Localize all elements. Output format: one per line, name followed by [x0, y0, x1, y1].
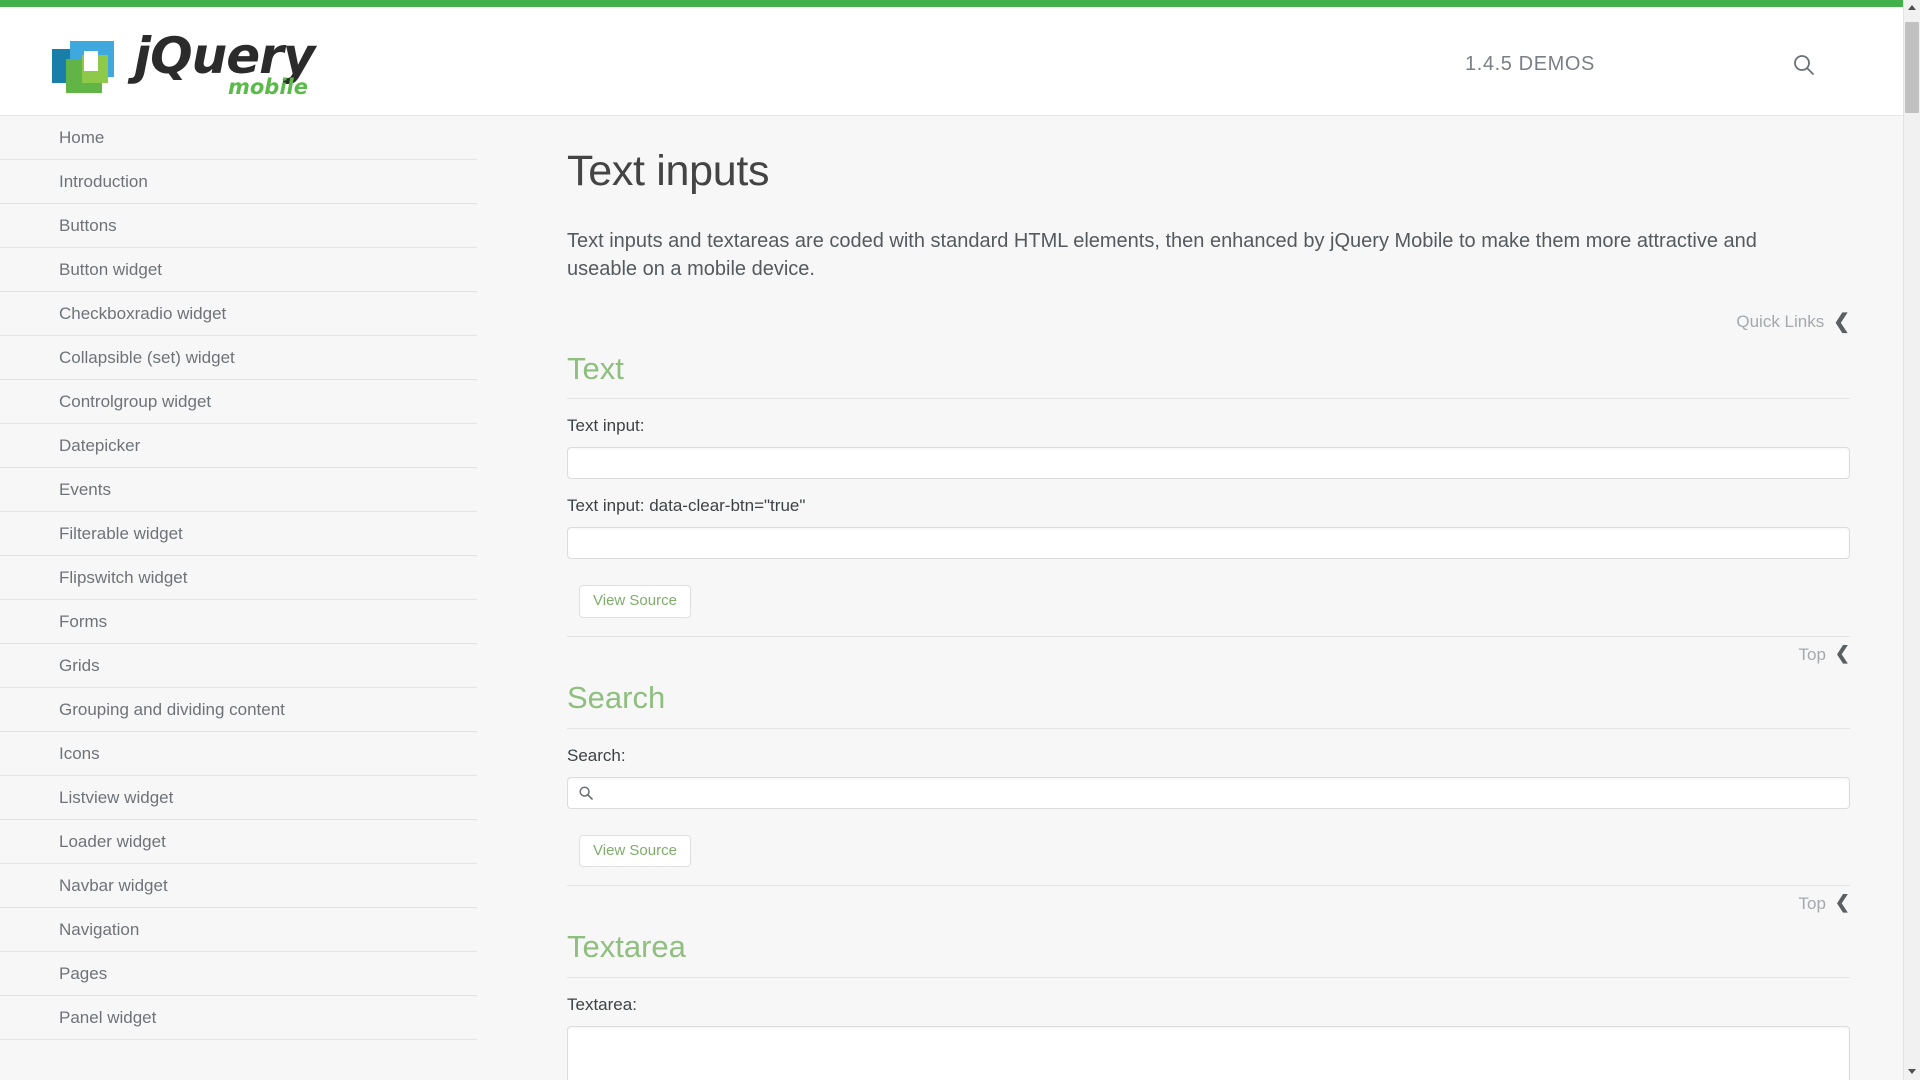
scrollbar-thumb[interactable] — [1905, 22, 1919, 113]
page-description: Text inputs and textareas are coded with… — [567, 229, 1757, 280]
section-textarea: Textarea Textarea: — [567, 929, 1850, 1080]
search-input-wrapper — [567, 776, 1850, 809]
sidebar-item-checkboxradio-widget[interactable]: Checkboxradio widget — [0, 292, 477, 336]
search-icon[interactable] — [1790, 51, 1818, 79]
logo-subtitle: mobile — [228, 75, 308, 99]
sidebar-item-datepicker[interactable]: Datepicker — [0, 424, 477, 468]
sidebar-item-grids[interactable]: Grids — [0, 644, 477, 688]
view-source-button-search[interactable]: View Source — [579, 834, 691, 868]
top-label: Top — [1798, 894, 1826, 914]
top-row-search: Top ❮ — [567, 885, 1850, 915]
scrollbar-down-button[interactable] — [1904, 1063, 1920, 1080]
textarea-input[interactable] — [567, 1025, 1850, 1080]
view-source-button-text[interactable]: View Source — [579, 585, 691, 618]
chevron-down-icon — [1908, 1069, 1916, 1074]
jquery-mobile-logo[interactable]: jQuery mobile — [52, 25, 332, 103]
main-content: Text inputs Text inputs and textareas ar… — [477, 116, 1903, 1080]
scrollbar-up-button[interactable] — [1904, 0, 1920, 17]
search-input[interactable] — [567, 776, 1850, 809]
brand-accent-bar — [0, 0, 1903, 7]
text-input-label: Text input: — [567, 416, 645, 436]
sidebar-item-grouping-and-dividing-content[interactable]: Grouping and dividing content — [0, 688, 477, 732]
sidebar-item-navigation[interactable]: Navigation — [0, 908, 477, 952]
sidebar-item-listview-widget[interactable]: Listview widget — [0, 776, 477, 820]
sidebar-item-button-widget[interactable]: Button widget — [0, 248, 477, 292]
sidebar-list: Home Introduction Buttons Button widget … — [0, 116, 477, 1040]
sidebar-item-flipswitch-widget[interactable]: Flipswitch widget — [0, 556, 477, 600]
back-to-top-link-text[interactable]: Top ❮ — [1798, 643, 1850, 665]
chevron-left-icon: ❮ — [1833, 310, 1850, 333]
chevron-up-icon — [1908, 5, 1916, 10]
sidebar-item-filterable-widget[interactable]: Filterable widget — [0, 512, 477, 556]
sidebar-item-controlgroup-widget[interactable]: Controlgroup widget — [0, 380, 477, 424]
section-title-search: Search — [567, 680, 1850, 729]
sidebar-item-pages[interactable]: Pages — [0, 952, 477, 996]
text-input[interactable] — [567, 447, 1850, 480]
top-row-text: Top ❮ — [567, 635, 1850, 666]
page-title: Text inputs — [567, 147, 770, 195]
quick-links-toggle[interactable]: Quick Links ❮ — [1736, 309, 1850, 334]
page-root: jQuery mobile 1.4.5 DEMOS Home Introduct… — [0, 0, 1920, 1080]
sidebar-item-collapsible-set-widget[interactable]: Collapsible (set) widget — [0, 336, 477, 380]
search-input-label: Search: — [567, 745, 626, 765]
sidebar-item-events[interactable]: Events — [0, 468, 477, 512]
sidebar-item-loader-widget[interactable]: Loader widget — [0, 820, 477, 864]
chevron-up-icon: ❮ — [1834, 642, 1850, 663]
sidebar-item-icons[interactable]: Icons — [0, 732, 477, 776]
text-input-clearbtn-label: Text input: data-clear-btn="true" — [567, 496, 806, 516]
sidebar-item-buttons[interactable]: Buttons — [0, 204, 477, 248]
quick-links-label: Quick Links — [1736, 311, 1825, 331]
top-label: Top — [1798, 644, 1826, 664]
section-search: Search Search: View Source Top ❮ — [567, 680, 1850, 915]
section-title-textarea: Textarea — [567, 929, 1850, 978]
jquery-logo-mark-icon — [52, 39, 128, 95]
sidebar-item-forms[interactable]: Forms — [0, 600, 477, 644]
quick-links-row: Quick Links ❮ — [567, 309, 1850, 337]
site-header: jQuery mobile 1.4.5 DEMOS — [0, 7, 1903, 116]
textarea-label: Textarea: — [567, 994, 637, 1014]
sidebar-item-introduction[interactable]: Introduction — [0, 160, 477, 204]
text-input-with-clear-button[interactable] — [567, 527, 1850, 560]
sidebar-item-home[interactable]: Home — [0, 116, 477, 160]
section-text: Text Text input: Text input: data-clear-… — [567, 351, 1850, 666]
section-title-text: Text — [567, 351, 1850, 400]
sidebar-item-navbar-widget[interactable]: Navbar widget — [0, 864, 477, 908]
logo-wordmark: jQuery — [134, 27, 315, 85]
sidebar-nav: Home Introduction Buttons Button widget … — [0, 116, 477, 1080]
page-body: Home Introduction Buttons Button widget … — [0, 116, 1903, 1080]
back-to-top-link-search[interactable]: Top ❮ — [1798, 892, 1850, 914]
chevron-up-icon: ❮ — [1834, 892, 1850, 913]
version-demos-link[interactable]: 1.4.5 DEMOS — [1465, 53, 1595, 76]
sidebar-item-panel-widget[interactable]: Panel widget — [0, 996, 477, 1040]
vertical-scrollbar[interactable] — [1903, 0, 1920, 1080]
